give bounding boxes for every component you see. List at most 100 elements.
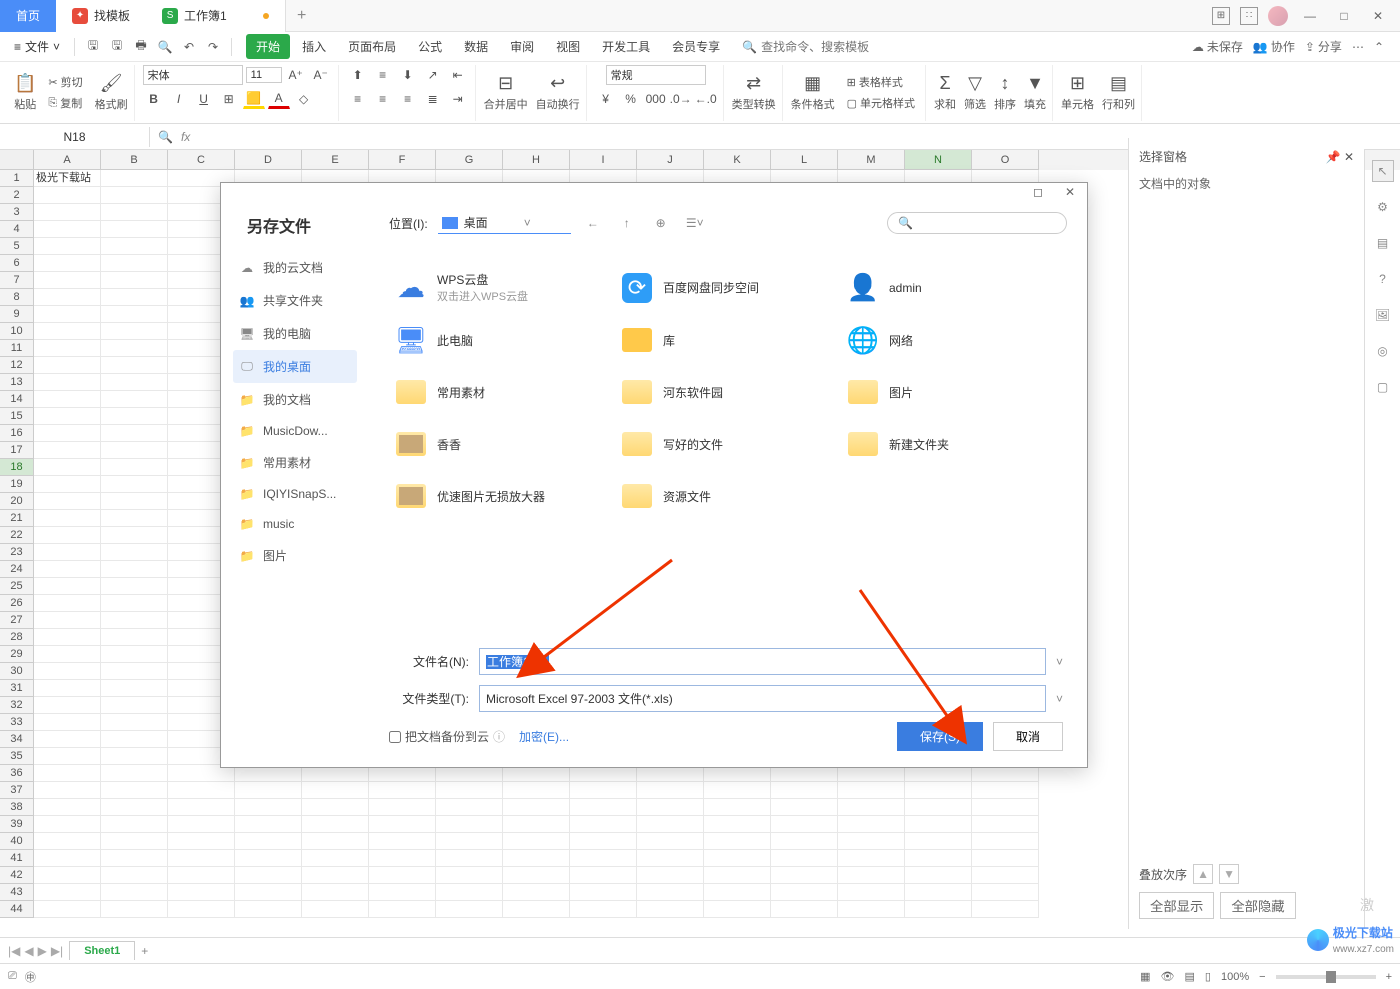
row-header[interactable]: 7 bbox=[0, 272, 34, 289]
cell[interactable] bbox=[905, 833, 972, 850]
cell[interactable] bbox=[838, 799, 905, 816]
filename-chevron-icon[interactable]: ˅ bbox=[1056, 655, 1063, 669]
undo-icon[interactable]: ↶ bbox=[179, 37, 199, 57]
cell[interactable] bbox=[704, 816, 771, 833]
font-color-icon[interactable]: A bbox=[268, 89, 290, 109]
cell[interactable] bbox=[972, 884, 1039, 901]
cell[interactable] bbox=[302, 833, 369, 850]
view-eye-icon[interactable]: 👁 bbox=[1161, 970, 1175, 983]
cell[interactable] bbox=[838, 833, 905, 850]
tab-workbook[interactable]: S 工作簿1 bbox=[146, 0, 286, 32]
sheet-nav[interactable]: |◀◀▶▶| bbox=[8, 944, 63, 958]
align-right-icon[interactable]: ≡ bbox=[397, 89, 419, 109]
row-header[interactable]: 44 bbox=[0, 901, 34, 918]
row-header[interactable]: 42 bbox=[0, 867, 34, 884]
cell[interactable] bbox=[34, 187, 101, 204]
cell[interactable] bbox=[34, 340, 101, 357]
save-button[interactable]: 保存(S) bbox=[897, 722, 983, 751]
file-item[interactable]: 常用素材 bbox=[389, 366, 615, 418]
cell[interactable] bbox=[34, 697, 101, 714]
file-item[interactable]: ☁WPS云盘双击进入WPS云盘 bbox=[389, 261, 615, 314]
cell[interactable] bbox=[34, 663, 101, 680]
cell[interactable] bbox=[101, 867, 168, 884]
adjust-icon[interactable]: ⚙ bbox=[1372, 196, 1394, 218]
cell[interactable] bbox=[168, 884, 235, 901]
cell[interactable] bbox=[34, 731, 101, 748]
row-header[interactable]: 28 bbox=[0, 629, 34, 646]
row-header[interactable]: 3 bbox=[0, 204, 34, 221]
cell[interactable] bbox=[34, 850, 101, 867]
row-header[interactable]: 33 bbox=[0, 714, 34, 731]
dlg-restore-icon[interactable]: ◻ bbox=[1025, 185, 1051, 205]
cell[interactable] bbox=[34, 459, 101, 476]
preview-icon[interactable]: 🔍 bbox=[155, 37, 175, 57]
cell[interactable] bbox=[838, 867, 905, 884]
cell[interactable] bbox=[101, 374, 168, 391]
fx-icon[interactable]: fx bbox=[181, 130, 190, 144]
cell[interactable] bbox=[436, 901, 503, 918]
cell[interactable] bbox=[771, 833, 838, 850]
decrease-font-icon[interactable]: A⁻ bbox=[310, 65, 332, 85]
cell[interactable] bbox=[302, 884, 369, 901]
cell[interactable] bbox=[34, 816, 101, 833]
cell[interactable] bbox=[972, 850, 1039, 867]
cell[interactable] bbox=[34, 357, 101, 374]
filetype-select[interactable]: Microsoft Excel 97-2003 文件(*.xls) bbox=[479, 685, 1046, 712]
indent-inc-icon[interactable]: ⇥ bbox=[447, 89, 469, 109]
row-header[interactable]: 5 bbox=[0, 238, 34, 255]
file-item[interactable]: 图片 bbox=[841, 366, 1067, 418]
cell[interactable] bbox=[34, 867, 101, 884]
cell[interactable] bbox=[369, 816, 436, 833]
cell[interactable] bbox=[168, 799, 235, 816]
menu-tab-dev[interactable]: 开发工具 bbox=[592, 34, 660, 59]
row-header[interactable]: 43 bbox=[0, 884, 34, 901]
cell[interactable] bbox=[101, 510, 168, 527]
percent-icon[interactable]: % bbox=[620, 89, 642, 109]
location-path[interactable]: 桌面 ˅ bbox=[438, 212, 571, 234]
cell[interactable] bbox=[34, 476, 101, 493]
cell[interactable] bbox=[771, 816, 838, 833]
cell[interactable] bbox=[369, 833, 436, 850]
avatar[interactable] bbox=[1268, 6, 1288, 26]
dec-dec-icon[interactable]: ←.0 bbox=[695, 89, 717, 109]
col-header-N[interactable]: N bbox=[905, 150, 972, 170]
zoom-in-icon[interactable]: + bbox=[1386, 971, 1392, 983]
file-item[interactable]: 河东软件园 bbox=[615, 366, 841, 418]
cell[interactable] bbox=[168, 867, 235, 884]
cell[interactable] bbox=[101, 527, 168, 544]
cell[interactable] bbox=[34, 425, 101, 442]
cell[interactable] bbox=[34, 374, 101, 391]
cell[interactable] bbox=[168, 833, 235, 850]
cell[interactable] bbox=[101, 901, 168, 918]
view-mode-icon[interactable]: ☰˅ bbox=[683, 211, 707, 235]
view-normal-icon[interactable]: ▦ bbox=[1140, 970, 1150, 983]
cell[interactable] bbox=[34, 323, 101, 340]
cell[interactable] bbox=[101, 442, 168, 459]
cell[interactable] bbox=[34, 629, 101, 646]
cell[interactable] bbox=[101, 323, 168, 340]
cell[interactable] bbox=[101, 663, 168, 680]
row-header[interactable]: 10 bbox=[0, 323, 34, 340]
cut-button[interactable]: ✂ 剪切 bbox=[44, 73, 86, 91]
bold-icon[interactable]: B bbox=[143, 89, 165, 109]
col-header-M[interactable]: M bbox=[838, 150, 905, 170]
cell[interactable] bbox=[503, 833, 570, 850]
cell[interactable] bbox=[34, 442, 101, 459]
file-item[interactable]: 新建文件夹 bbox=[841, 418, 1067, 470]
cell[interactable] bbox=[101, 357, 168, 374]
rowscols-button[interactable]: ▤行和列 bbox=[1102, 73, 1135, 112]
cell[interactable] bbox=[436, 782, 503, 799]
sum-button[interactable]: Σ求和 bbox=[934, 73, 956, 112]
menu-tab-formula[interactable]: 公式 bbox=[408, 34, 452, 59]
cell[interactable] bbox=[436, 833, 503, 850]
cell[interactable] bbox=[34, 901, 101, 918]
cell[interactable] bbox=[771, 884, 838, 901]
cell[interactable] bbox=[101, 425, 168, 442]
row-header[interactable]: 22 bbox=[0, 527, 34, 544]
currency-icon[interactable]: ¥ bbox=[595, 89, 617, 109]
close-pane-icon[interactable]: ✕ bbox=[1344, 150, 1354, 164]
cell[interactable] bbox=[771, 850, 838, 867]
up-icon[interactable]: ↑ bbox=[615, 211, 639, 235]
cell[interactable] bbox=[771, 799, 838, 816]
cell[interactable] bbox=[235, 850, 302, 867]
